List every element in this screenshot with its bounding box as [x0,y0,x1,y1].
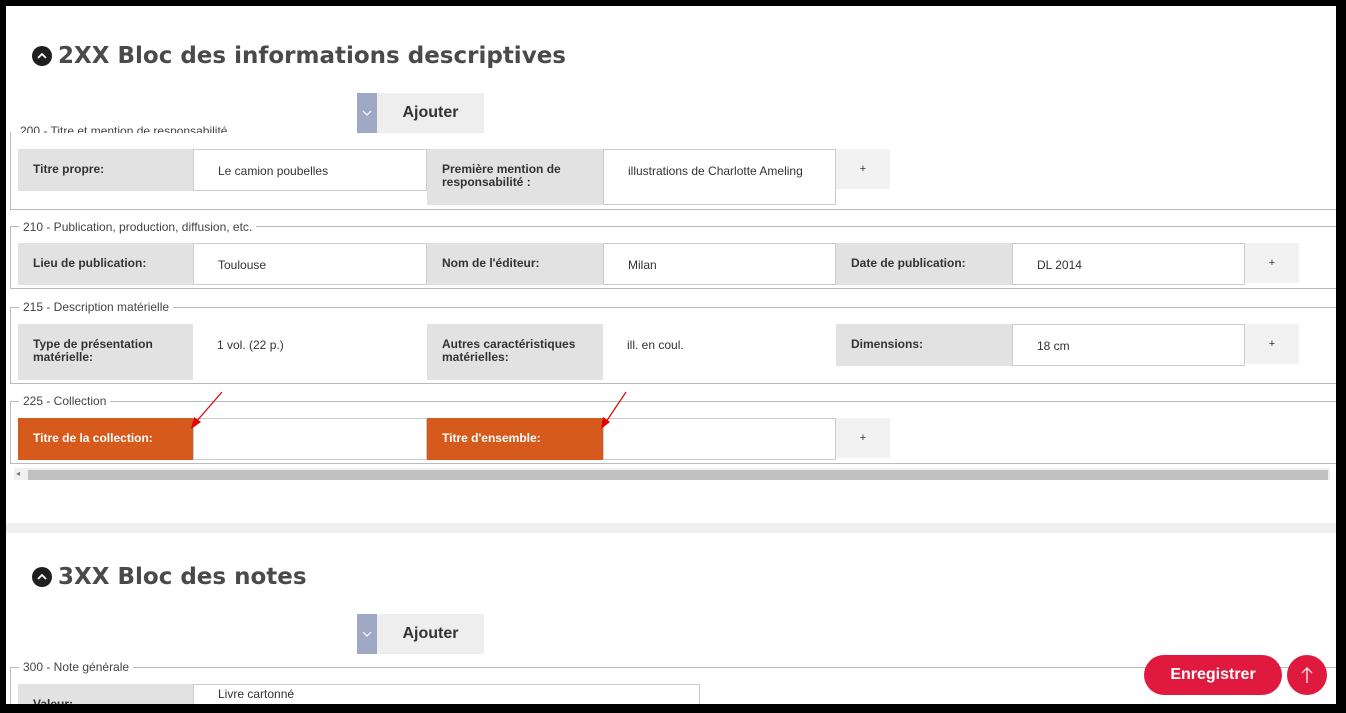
main-content: 2XX Bloc des informations descriptives A… [6,6,1336,704]
scroll-left-icon[interactable]: ◂ [16,469,20,478]
chevron-down-icon[interactable] [357,614,377,654]
section-3xx-header[interactable]: 3XX Bloc des notes [32,564,307,590]
arrow-to-collection [191,391,223,429]
collapse-icon[interactable] [32,567,52,587]
fieldset-300-legend: 300 - Note générale [19,660,134,674]
valeur-field[interactable]: Livre cartonné [193,684,700,704]
scrollbar-thumb[interactable] [28,470,1328,480]
save-button[interactable]: Enregistrer [1144,655,1282,695]
section-3xx-title: 3XX Bloc des notes [58,564,307,590]
add-3xx-button[interactable]: Ajouter [357,614,484,654]
scroll-top-button[interactable] [1287,655,1327,695]
valeur-label: Valeur: [18,684,193,704]
arrow-up-icon [1301,667,1313,683]
annotation-arrows [191,391,627,429]
add-3xx-label: Ajouter [377,614,484,654]
section-divider [6,523,1336,533]
horizontal-scrollbar[interactable]: ◂ [14,468,1330,480]
arrow-to-ensemble [601,391,627,429]
